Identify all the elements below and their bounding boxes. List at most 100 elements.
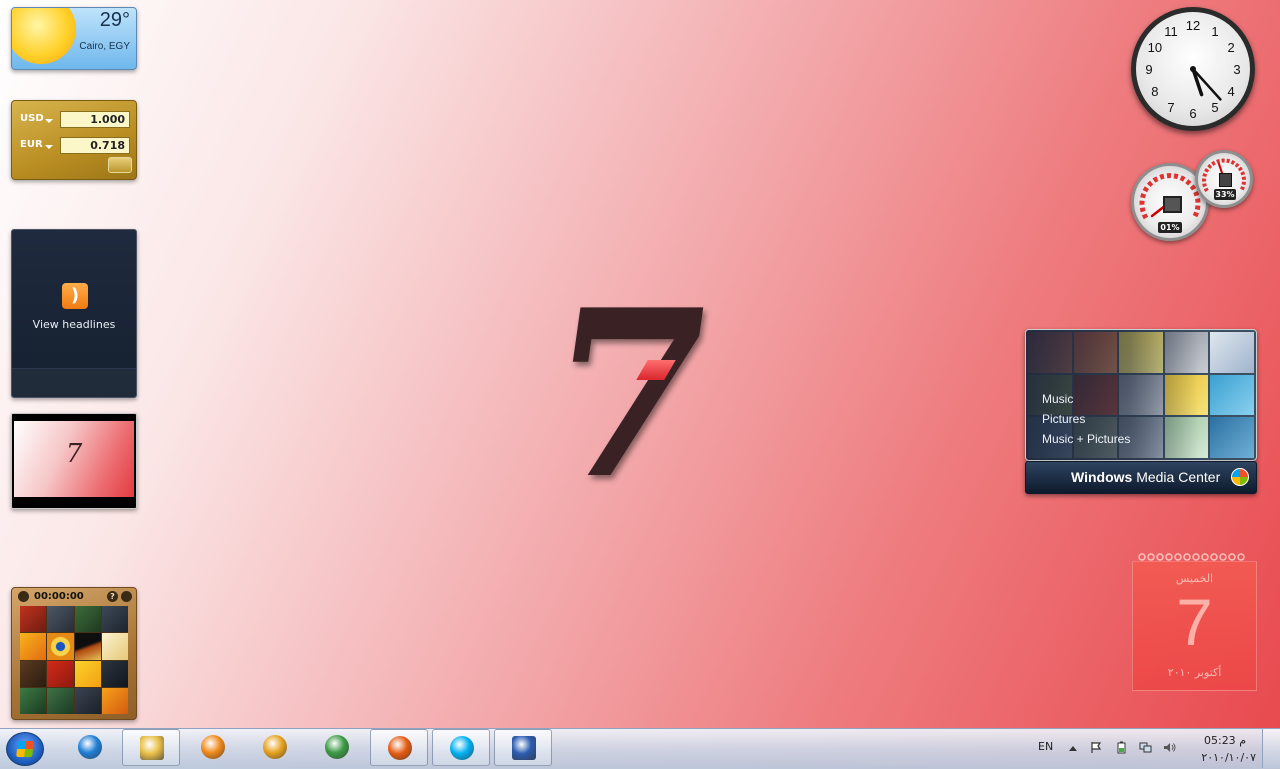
puzzle-tile[interactable] <box>20 633 47 660</box>
slideshow-gadget[interactable]: 7 <box>11 413 137 509</box>
slideshow-image: 7 <box>14 421 134 497</box>
ie-icon <box>78 735 102 759</box>
clock-number: 7 <box>1167 100 1174 115</box>
chrome-icon <box>325 735 349 759</box>
currency-value-field[interactable]: 0.718 <box>60 137 130 154</box>
view-headlines-link[interactable]: View headlines <box>12 318 136 331</box>
media-item-music[interactable]: Music <box>1042 392 1073 406</box>
rss-icon[interactable]: ) <box>62 283 88 309</box>
back-icon[interactable] <box>18 591 29 602</box>
swap-picture-icon[interactable] <box>121 591 132 602</box>
media-center-launch-bar[interactable]: Windows Media Center <box>1025 461 1257 494</box>
wallpaper-seven-logo: 7 <box>530 260 729 530</box>
currency-row-eur: EUR 0.718 <box>20 137 132 155</box>
puzzle-tile[interactable] <box>47 606 74 633</box>
currency-code[interactable]: USD <box>20 113 44 124</box>
clock-time[interactable]: 05:23 م <box>1196 734 1246 747</box>
puzzle-tile[interactable] <box>101 633 128 660</box>
winamp-icon <box>263 735 287 759</box>
windows-orb-icon <box>1231 468 1249 486</box>
puzzle-tile[interactable] <box>74 660 101 687</box>
taskbar-button-folder[interactable] <box>122 729 180 766</box>
media-center-gadget[interactable]: Music Pictures Music + Pictures <box>1025 329 1257 461</box>
clock-number: 1 <box>1211 24 1218 39</box>
media-item-pictures[interactable]: Pictures <box>1042 412 1085 426</box>
currency-code[interactable]: EUR <box>20 139 43 150</box>
currency-row-usd: USD 1.000 <box>20 111 132 129</box>
puzzle-tile[interactable] <box>20 687 47 714</box>
sun-icon <box>12 8 76 64</box>
currency-gadget[interactable]: USD 1.000 EUR 0.718 <box>11 100 137 180</box>
dropdown-arrow-icon[interactable] <box>45 145 53 149</box>
taskbar-button-skype[interactable] <box>432 729 490 766</box>
taskbar-button-firefox[interactable] <box>370 729 428 766</box>
media-center-title: Windows Media Center <box>1071 469 1220 485</box>
media-center-title-rest: Media Center <box>1132 469 1221 485</box>
puzzle-tile[interactable] <box>101 687 128 714</box>
puzzle-timer: 00:00:00 <box>34 591 84 602</box>
taskbar-button-winamp[interactable] <box>246 729 304 766</box>
cpu-usage-value: 01% <box>1158 222 1182 233</box>
dropdown-arrow-icon[interactable] <box>45 119 53 123</box>
media-center-title-bold: Windows <box>1071 469 1133 485</box>
clock-number: 8 <box>1151 84 1158 99</box>
media-player-icon <box>201 735 225 759</box>
puzzle-tile[interactable] <box>47 687 74 714</box>
clock-number: 3 <box>1233 62 1240 77</box>
puzzle-tile[interactable] <box>20 606 47 633</box>
help-button[interactable]: ? <box>107 591 118 602</box>
taskbar-button-chrome[interactable] <box>308 729 366 766</box>
media-item-music-pictures[interactable]: Music + Pictures <box>1042 432 1130 446</box>
feed-footer <box>12 368 136 397</box>
network-icon[interactable] <box>1139 741 1152 754</box>
taskbar-button-media-player[interactable] <box>184 729 242 766</box>
folder-icon <box>140 736 164 760</box>
weather-temperature: 29° <box>99 9 130 31</box>
clock-number: 6 <box>1189 106 1196 121</box>
puzzle-tile[interactable] <box>101 660 128 687</box>
clock-number: 2 <box>1227 40 1234 55</box>
slideshow-caption: 7 <box>65 439 83 469</box>
show-hidden-icons-arrow[interactable] <box>1069 746 1077 751</box>
clock-face: 12 12 3 45678 9 1011 <box>1145 18 1240 121</box>
word-icon <box>512 736 536 760</box>
clock-number: 4 <box>1227 84 1234 99</box>
windows-logo-icon <box>16 741 34 757</box>
puzzle-tile[interactable] <box>47 660 74 687</box>
puzzle-tile[interactable] <box>47 633 74 660</box>
clock-number: 12 <box>1186 18 1200 33</box>
weather-gadget[interactable]: 29° Cairo, EGY <box>11 7 137 70</box>
puzzle-tile[interactable] <box>101 606 128 633</box>
volume-icon[interactable] <box>1163 741 1176 754</box>
clock-number: 5 <box>1211 100 1218 115</box>
clock-date[interactable]: ٢٠١٠/١٠/٠٧ <box>1190 751 1256 764</box>
taskbar-button-ie[interactable] <box>61 729 119 766</box>
feed-headlines-gadget[interactable]: ) View headlines <box>11 229 137 398</box>
puzzle-tile[interactable] <box>20 660 47 687</box>
calendar-gadget[interactable]: الخميس 7 أكتوبر ٢٠١٠ <box>1132 561 1257 691</box>
action-center-flag-icon[interactable] <box>1090 741 1103 754</box>
weather-location: Cairo, EGY <box>79 41 130 52</box>
clock-number: 11 <box>1164 24 1178 39</box>
puzzle-tile[interactable] <box>74 633 101 660</box>
currency-value-field[interactable]: 1.000 <box>60 111 130 128</box>
puzzle-toolbar: 00:00:00 ? <box>16 590 132 604</box>
puzzle-grid <box>20 606 128 714</box>
skype-icon <box>450 736 474 760</box>
calendar-month-year: أكتوبر ٢٠١٠ <box>1167 666 1222 679</box>
memory-usage-value: 33% <box>1214 189 1236 200</box>
clock-center-pin <box>1190 66 1196 72</box>
taskbar-button-word[interactable] <box>494 729 552 766</box>
memory-chip-icon <box>1219 173 1232 187</box>
show-desktop-button[interactable] <box>1262 729 1280 768</box>
cpu-chip-icon <box>1163 196 1182 213</box>
puzzle-tile[interactable] <box>74 606 101 633</box>
language-indicator[interactable]: EN <box>1038 740 1053 753</box>
battery-icon[interactable] <box>1115 741 1128 754</box>
card-chip-icon <box>108 157 132 173</box>
clock-gadget[interactable]: 12 1 2 3 4 5 6 7 8 9 10 11 <box>1131 7 1255 131</box>
calendar-day-number: 7 <box>1176 585 1213 659</box>
firefox-icon <box>388 736 412 760</box>
picture-puzzle-gadget[interactable]: 00:00:00 ? <box>11 587 137 720</box>
puzzle-tile[interactable] <box>74 687 101 714</box>
